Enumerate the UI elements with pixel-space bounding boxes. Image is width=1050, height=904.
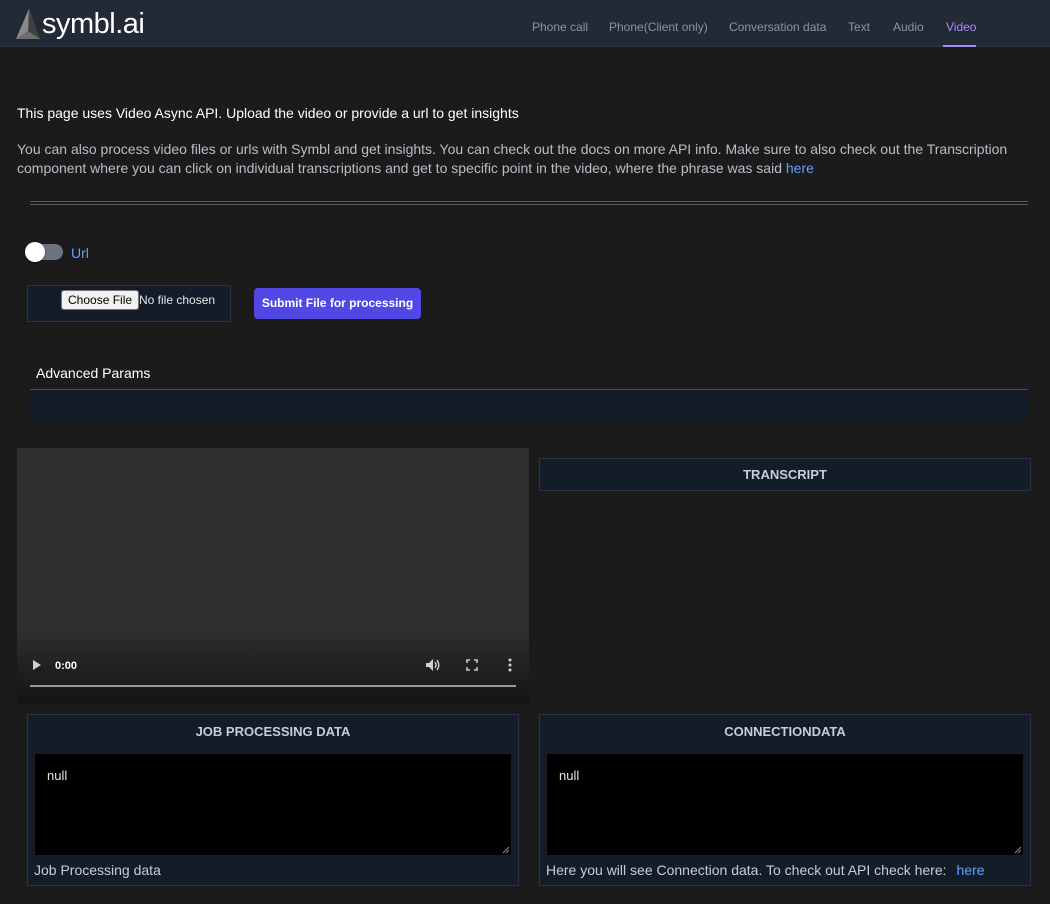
more-options-icon[interactable] xyxy=(508,658,512,672)
nav-item-video[interactable]: Video xyxy=(946,20,976,34)
job-processing-value: null xyxy=(47,768,68,783)
connection-data-footer: Here you will see Connection data. To ch… xyxy=(546,862,985,878)
video-player[interactable]: 0:00 xyxy=(17,448,529,704)
toggle-knob xyxy=(25,242,45,262)
description-here-link[interactable]: here xyxy=(786,160,814,176)
nav-item-phone-client-only[interactable]: Phone(Client only) xyxy=(609,20,708,34)
video-progress-bar[interactable] xyxy=(30,685,516,687)
brand-logo[interactable]: symbl.ai xyxy=(16,8,145,40)
connection-data-panel: CONNECTIONDATA null Here you will see Co… xyxy=(539,714,1031,886)
description-text: You can also process video files or urls… xyxy=(17,141,1008,176)
advanced-params-toggle[interactable]: Advanced Params xyxy=(36,365,150,381)
connection-data-value: null xyxy=(559,768,580,783)
top-navbar: symbl.ai Phone call Phone(Client only) C… xyxy=(0,0,1050,47)
transcript-header: TRANSCRIPT xyxy=(539,458,1031,491)
symbl-logo-icon xyxy=(16,9,40,39)
volume-icon[interactable] xyxy=(425,658,441,672)
nav-item-audio[interactable]: Audio xyxy=(893,20,924,34)
play-icon[interactable] xyxy=(32,659,42,671)
url-toggle[interactable] xyxy=(25,242,63,262)
job-processing-panel: JOB PROCESSING DATA null Job Processing … xyxy=(27,714,519,886)
file-input[interactable]: Choose File No file chosen xyxy=(27,285,231,322)
brand-name: symbl.ai xyxy=(42,8,145,40)
advanced-params-panel xyxy=(30,389,1028,421)
fullscreen-icon[interactable] xyxy=(466,659,478,671)
job-processing-title: JOB PROCESSING DATA xyxy=(195,724,351,739)
url-toggle-label[interactable]: Url xyxy=(71,245,89,261)
file-status: No file chosen xyxy=(139,293,216,307)
nav-item-phone-call[interactable]: Phone call xyxy=(532,20,588,34)
nav-item-text[interactable]: Text xyxy=(848,20,870,34)
submit-file-button[interactable]: Submit File for processing xyxy=(254,288,421,319)
choose-file-button[interactable]: Choose File xyxy=(61,290,140,310)
job-processing-textarea[interactable]: null xyxy=(34,753,512,856)
job-processing-footer: Job Processing data xyxy=(34,862,161,878)
page-description: You can also process video files or urls… xyxy=(17,140,1027,178)
video-time: 0:00 xyxy=(55,660,78,672)
resize-handle-icon[interactable] xyxy=(502,846,510,854)
section-divider xyxy=(30,201,1028,205)
resize-handle-icon[interactable] xyxy=(1014,846,1022,854)
connection-data-title: CONNECTIONDATA xyxy=(724,724,846,739)
page-intro: This page uses Video Async API. Upload t… xyxy=(17,105,519,121)
connection-footer-text: Here you will see Connection data. To ch… xyxy=(546,862,947,878)
connection-data-textarea[interactable]: null xyxy=(546,753,1024,856)
active-nav-indicator xyxy=(943,45,976,47)
connection-api-link[interactable]: here xyxy=(957,862,985,878)
nav-item-conversation-data[interactable]: Conversation data xyxy=(729,20,826,34)
